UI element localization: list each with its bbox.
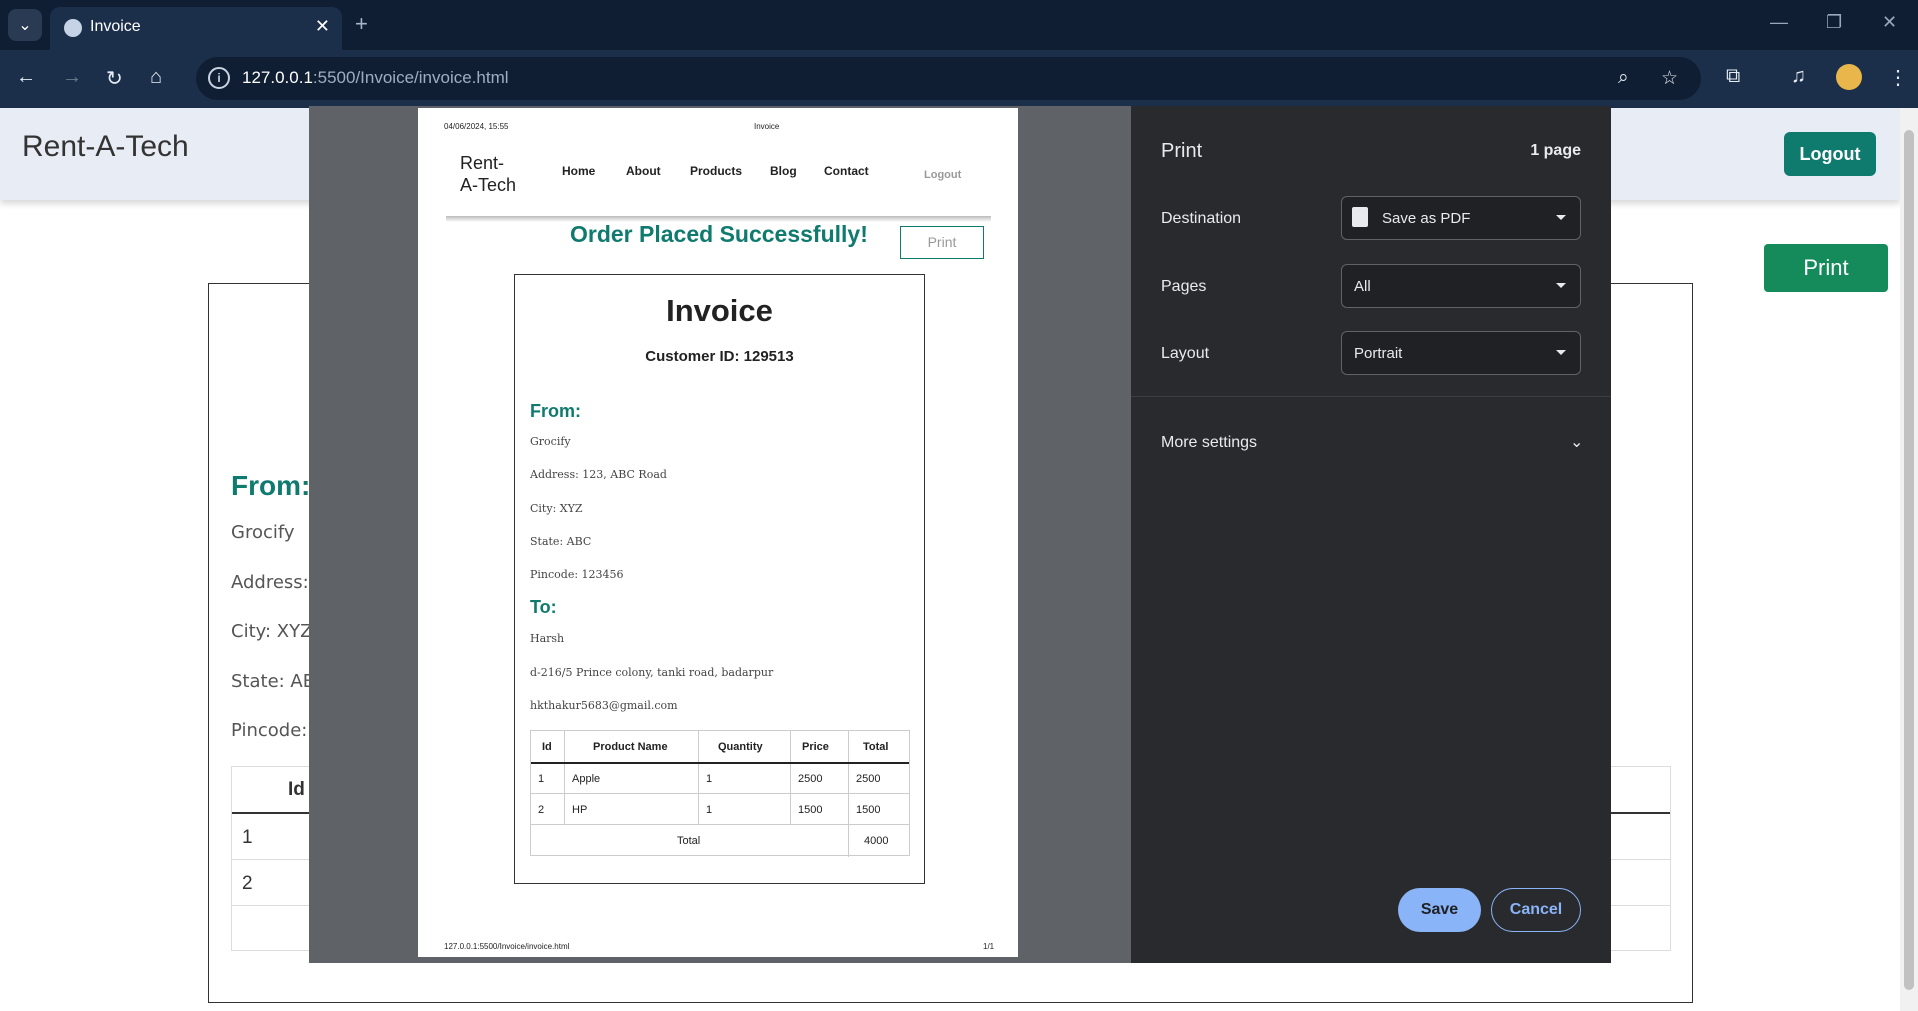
- media-controls-icon[interactable]: ♫: [1791, 65, 1806, 88]
- preview-from-line: City: XYZ: [530, 502, 583, 515]
- zoom-icon[interactable]: ⌕: [1618, 67, 1629, 89]
- print-settings-panel: Print 1 page Destination Save as PDF Pag…: [1131, 106, 1611, 963]
- url-text: 127.0.0.1:5500/Invoice/invoice.html: [242, 68, 509, 87]
- reload-icon[interactable]: ↻: [106, 66, 123, 91]
- print-button[interactable]: Print: [1764, 244, 1888, 292]
- preview-cell: 1: [706, 804, 713, 816]
- logout-button[interactable]: Logout: [1784, 132, 1876, 176]
- site-brand[interactable]: Rent-A-Tech: [22, 130, 189, 164]
- tab-title: Invoice: [90, 18, 141, 35]
- preview-from-line: Grocify: [530, 435, 571, 448]
- window-close-icon[interactable]: ✕: [1882, 12, 1897, 33]
- print-title: Print: [1161, 140, 1203, 162]
- back-icon[interactable]: ←: [16, 66, 36, 89]
- preview-print-button: Print: [900, 226, 984, 259]
- preview-cell: HP: [572, 804, 588, 816]
- preview-to-heading: To:: [530, 597, 557, 617]
- page-count: 1 page: [1530, 142, 1581, 159]
- address-bar[interactable]: i 127.0.0.1:5500/Invoice/invoice.html ⌕ …: [196, 57, 1701, 100]
- preview-cell: 1: [538, 773, 545, 785]
- chevron-down-icon: ⌄: [18, 17, 32, 34]
- browser-toolbar: ← → ↻ ⌂ i 127.0.0.1:5500/Invoice/invoice…: [0, 50, 1918, 108]
- layout-label: Layout: [1161, 345, 1210, 362]
- from-line: City: XYZ: [231, 621, 313, 642]
- preview-nav-blog: Blog: [770, 164, 797, 178]
- close-tab-icon[interactable]: ✕: [315, 16, 330, 37]
- destination-select[interactable]: Save as PDF: [1341, 196, 1581, 240]
- preview-customer-id: Customer ID: 129513: [645, 348, 794, 365]
- tab-search-button[interactable]: ⌄: [8, 9, 42, 41]
- preview-nav-contact: Contact: [824, 164, 869, 178]
- from-heading: From:: [231, 470, 311, 501]
- cancel-button[interactable]: Cancel: [1491, 888, 1581, 932]
- dropdown-caret-icon: [1556, 350, 1566, 355]
- preview-to-line: Harsh: [530, 632, 565, 645]
- preview-nav-home: Home: [562, 164, 596, 178]
- preview-cell: Apple: [572, 773, 601, 785]
- preview-invoice-box: Invoice Customer ID: 129513 From: Grocif…: [514, 274, 925, 884]
- preview-from-line: State: ABC: [530, 535, 592, 548]
- preview-brand: Rent- A-Tech: [460, 153, 517, 195]
- print-preview-page: 04/06/2024, 15:55 Invoice Rent- A-Tech Ho…: [418, 108, 1018, 957]
- table-cell-id: 2: [242, 873, 253, 894]
- dropdown-caret-icon: [1556, 283, 1566, 288]
- forward-icon[interactable]: →: [62, 66, 82, 89]
- chevron-down-icon[interactable]: ⌄: [1570, 432, 1583, 452]
- preview-footer-page: 1/1: [983, 942, 995, 951]
- print-dialog: 04/06/2024, 15:55 Invoice Rent- A-Tech Ho…: [309, 106, 1611, 963]
- preview-from-heading: From:: [530, 401, 581, 421]
- bookmark-star-icon[interactable]: ☆: [1661, 67, 1678, 90]
- preview-from-line: Address: 123, ABC Road: [530, 468, 667, 481]
- preview-th-id: Id: [542, 741, 552, 753]
- destination-label: Destination: [1161, 210, 1242, 227]
- preview-th-total: Total: [863, 741, 889, 753]
- preview-cell: 2: [538, 804, 545, 816]
- home-icon[interactable]: ⌂: [150, 66, 162, 89]
- preview-from-line: Pincode: 123456: [530, 568, 624, 581]
- preview-invoice-title: Invoice: [666, 293, 773, 328]
- preview-success-message: Order Placed Successfully!: [570, 221, 868, 247]
- preview-total-value: 4000: [864, 835, 889, 847]
- preview-header-datetime: 04/06/2024, 15:55: [444, 122, 509, 131]
- site-info-icon[interactable]: i: [208, 67, 230, 89]
- pages-select[interactable]: All: [1341, 264, 1581, 308]
- preview-total-label: Total: [677, 835, 701, 847]
- preview-to-line: d-216/5 Prince colony, tanki road, badar…: [530, 666, 774, 679]
- extensions-icon[interactable]: ⧉: [1726, 65, 1740, 88]
- tab-bar: ⌄ Invoice ✕ + — ❐ ✕: [0, 0, 1918, 50]
- dropdown-caret-icon: [1556, 215, 1566, 220]
- pages-label: Pages: [1161, 278, 1207, 295]
- preview-cell: 2500: [856, 773, 881, 785]
- preview-cell: 2500: [798, 773, 823, 785]
- preview-th-price: Price: [802, 741, 829, 753]
- tab-invoice[interactable]: Invoice ✕: [50, 7, 342, 50]
- preview-nav-about: About: [626, 164, 661, 178]
- new-tab-icon[interactable]: +: [355, 11, 368, 37]
- preview-cell: 1500: [856, 804, 881, 816]
- table-cell-id: 1: [242, 827, 253, 848]
- profile-avatar[interactable]: [1836, 64, 1862, 90]
- preview-nav-products: Products: [690, 164, 743, 178]
- more-settings-toggle[interactable]: More settings: [1161, 434, 1257, 452]
- from-line: Grocify: [231, 522, 295, 543]
- table-header-id: Id: [288, 779, 305, 800]
- preview-header-title: Invoice: [754, 122, 780, 131]
- restore-icon[interactable]: ❐: [1826, 12, 1842, 33]
- save-button[interactable]: Save: [1398, 888, 1481, 932]
- preview-product-table: Id Product Name Quantity Price Total 1 A…: [530, 730, 910, 857]
- preview-th-product: Product Name: [593, 741, 668, 753]
- menu-icon[interactable]: ⋮: [1888, 65, 1908, 90]
- preview-cell: 1500: [798, 804, 823, 816]
- preview-th-quantity: Quantity: [718, 741, 763, 753]
- globe-icon: [64, 19, 82, 37]
- minimize-icon[interactable]: —: [1770, 12, 1788, 33]
- preview-footer-url: 127.0.0.1:5500/Invoice/invoice.html: [444, 942, 570, 951]
- preview-to-line: hkthakur5683@gmail.com: [530, 699, 678, 712]
- preview-cell: 1: [706, 773, 713, 785]
- preview-logout: Logout: [924, 169, 962, 181]
- page-scrollbar[interactable]: [1900, 108, 1918, 1011]
- file-icon: [1352, 207, 1368, 227]
- layout-select[interactable]: Portrait: [1341, 331, 1581, 375]
